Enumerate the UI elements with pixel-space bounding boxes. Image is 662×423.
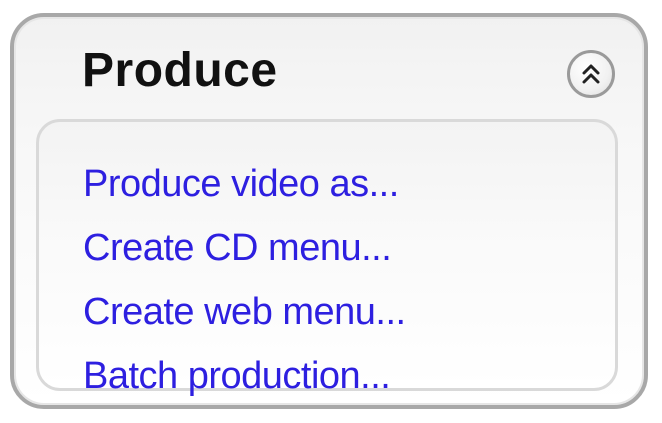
collapse-button[interactable] [567,50,615,98]
batch-production-link[interactable]: Batch production... [83,344,406,408]
panel-header: Produce [14,17,644,119]
produce-video-as-link[interactable]: Produce video as... [83,152,406,216]
create-cd-menu-link[interactable]: Create CD menu... [83,216,406,280]
create-web-menu-link[interactable]: Create web menu... [83,280,406,344]
panel-title: Produce [82,44,278,97]
task-links-box: Produce video as... Create CD menu... Cr… [36,119,618,397]
task-list: Produce video as... Create CD menu... Cr… [83,152,406,408]
double-chevron-up-icon [578,61,604,87]
produce-task-panel: Produce Produce video as... Create CD me… [10,13,648,409]
